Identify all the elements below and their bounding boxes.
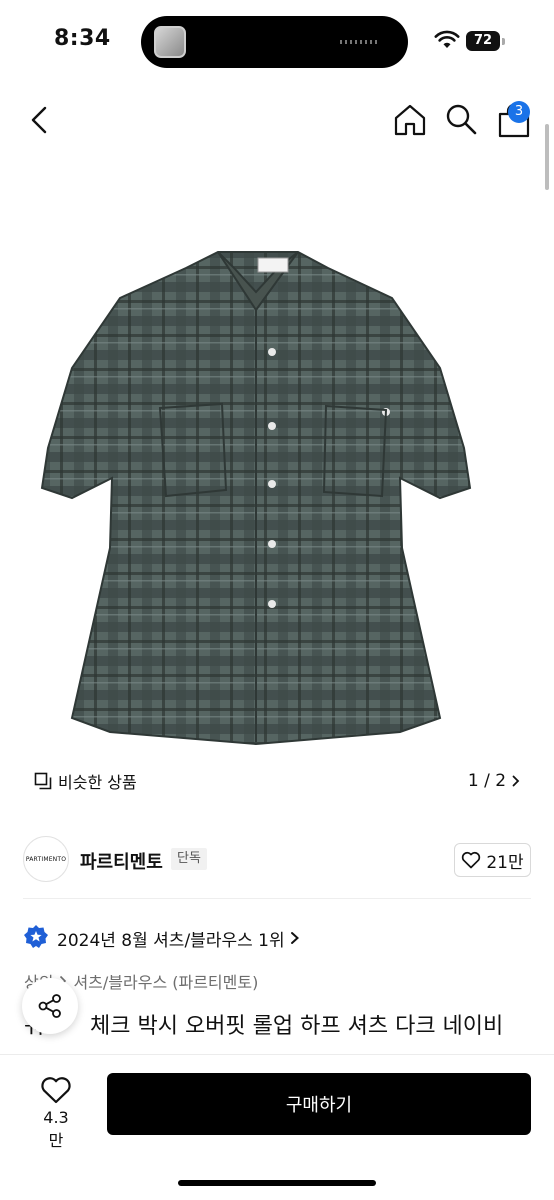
breadcrumb-level2[interactable]: 셔츠/블라우스 (파르티멘토) — [73, 969, 258, 993]
cart-count-badge: 3 — [508, 101, 530, 123]
home-icon[interactable] — [392, 102, 428, 138]
exclusive-badge: 단독 — [171, 848, 207, 870]
share-icon — [38, 994, 61, 1018]
battery-indicator: 72 — [466, 31, 500, 51]
search-icon[interactable] — [444, 102, 478, 136]
brand-name[interactable]: 파르티멘토 — [80, 848, 163, 874]
audio-waveform-icon — [340, 40, 380, 44]
status-bar: 8:34 72 — [0, 0, 554, 84]
status-time: 8:34 — [54, 26, 111, 51]
chevron-right-icon — [512, 775, 520, 787]
pager-label: 1 / 2 — [467, 771, 507, 791]
brand-like-button[interactable]: 21만 — [454, 843, 531, 877]
share-button[interactable] — [22, 978, 78, 1034]
heart-icon[interactable] — [40, 1075, 72, 1105]
rank-badge-icon — [24, 925, 48, 948]
similar-products-button[interactable]: 비슷한 상품 — [24, 764, 147, 798]
product-image[interactable] — [40, 248, 472, 748]
similar-products-label: 비슷한 상품 — [58, 773, 137, 792]
divider — [23, 898, 531, 899]
similar-icon — [34, 772, 52, 790]
heart-icon — [462, 851, 481, 869]
brand-like-count: 21만 — [486, 852, 524, 873]
back-icon[interactable] — [26, 104, 54, 136]
now-playing-thumbnail — [154, 26, 186, 58]
image-pager[interactable]: 1 / 2 — [458, 764, 530, 798]
buy-button[interactable]: 구매하기 — [107, 1073, 531, 1135]
product-title: 체크 박시 오버핏 롤업 하프 셔츠 다크 네이비 — [90, 1014, 504, 1039]
battery-cap — [502, 38, 505, 45]
dynamic-island — [141, 16, 408, 68]
brand-logo-text: PARTIMENTO — [25, 855, 67, 863]
ranking-link[interactable]: 2024년 8월 셔츠/블라우스 1위 — [57, 926, 285, 951]
home-indicator — [178, 1180, 376, 1186]
wish-count: 4.3만 — [43, 1108, 69, 1150]
wifi-icon — [434, 30, 460, 48]
scroll-indicator — [545, 124, 549, 190]
chevron-right-icon — [291, 932, 299, 944]
brand-logo[interactable]: PARTIMENTO — [23, 836, 69, 882]
